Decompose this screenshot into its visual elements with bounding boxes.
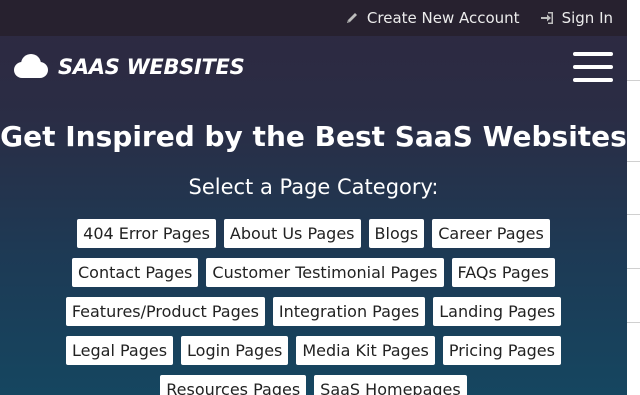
site-header: SAAS WEBSITES xyxy=(0,36,627,98)
logo-text: SAAS WEBSITES xyxy=(58,55,245,79)
menu-bar xyxy=(573,78,613,82)
category-tag[interactable]: Blogs xyxy=(368,219,425,248)
category-tag[interactable]: Legal Pages xyxy=(66,336,174,365)
menu-bar xyxy=(573,52,613,56)
category-tag[interactable]: SaaS Homepages xyxy=(314,375,467,395)
page-title: Get Inspired by the Best SaaS Websites xyxy=(0,120,627,153)
menu-bar xyxy=(573,65,613,69)
category-tag[interactable]: Integration Pages xyxy=(272,297,426,326)
sign-in-label: Sign In xyxy=(561,9,613,27)
sign-in-icon xyxy=(540,11,554,25)
cloud-icon xyxy=(14,54,48,78)
create-account-label: Create New Account xyxy=(366,9,520,27)
top-bar: Create New Account Sign In xyxy=(0,0,627,36)
hamburger-menu-icon[interactable] xyxy=(573,52,613,82)
category-list: 404 Error Pages About Us Pages Blogs Career… xyxy=(0,219,627,395)
category-tag[interactable]: Landing Pages xyxy=(433,297,562,326)
gutter-divider xyxy=(627,80,640,81)
category-tag[interactable]: Customer Testimonial Pages xyxy=(206,258,444,287)
category-tag[interactable]: Career Pages xyxy=(432,219,550,248)
category-tag[interactable]: Login Pages xyxy=(181,336,289,365)
category-tag[interactable]: Features/Product Pages xyxy=(65,297,265,326)
category-tag[interactable]: Resources Pages xyxy=(160,375,307,395)
create-account-link[interactable]: Create New Account xyxy=(345,9,520,27)
gutter-divider xyxy=(627,268,640,269)
page: Create New Account Sign In SAAS WEBSITES xyxy=(0,0,627,395)
category-tag[interactable]: Pricing Pages xyxy=(442,336,561,365)
category-tag[interactable]: 404 Error Pages xyxy=(77,219,216,248)
gutter-divider xyxy=(627,214,640,215)
scrollbar-track[interactable] xyxy=(627,0,640,395)
gutter-divider xyxy=(627,161,640,162)
sign-in-link[interactable]: Sign In xyxy=(540,9,613,27)
category-tag[interactable]: FAQs Pages xyxy=(451,258,555,287)
category-tag[interactable]: About Us Pages xyxy=(223,219,361,248)
category-tag[interactable]: Media Kit Pages xyxy=(296,336,435,365)
logo[interactable]: SAAS WEBSITES xyxy=(12,53,245,81)
pencil-icon xyxy=(345,11,359,25)
category-prompt: Select a Page Category: xyxy=(188,175,439,199)
category-tag[interactable]: Contact Pages xyxy=(71,258,199,287)
gutter-divider xyxy=(627,322,640,323)
